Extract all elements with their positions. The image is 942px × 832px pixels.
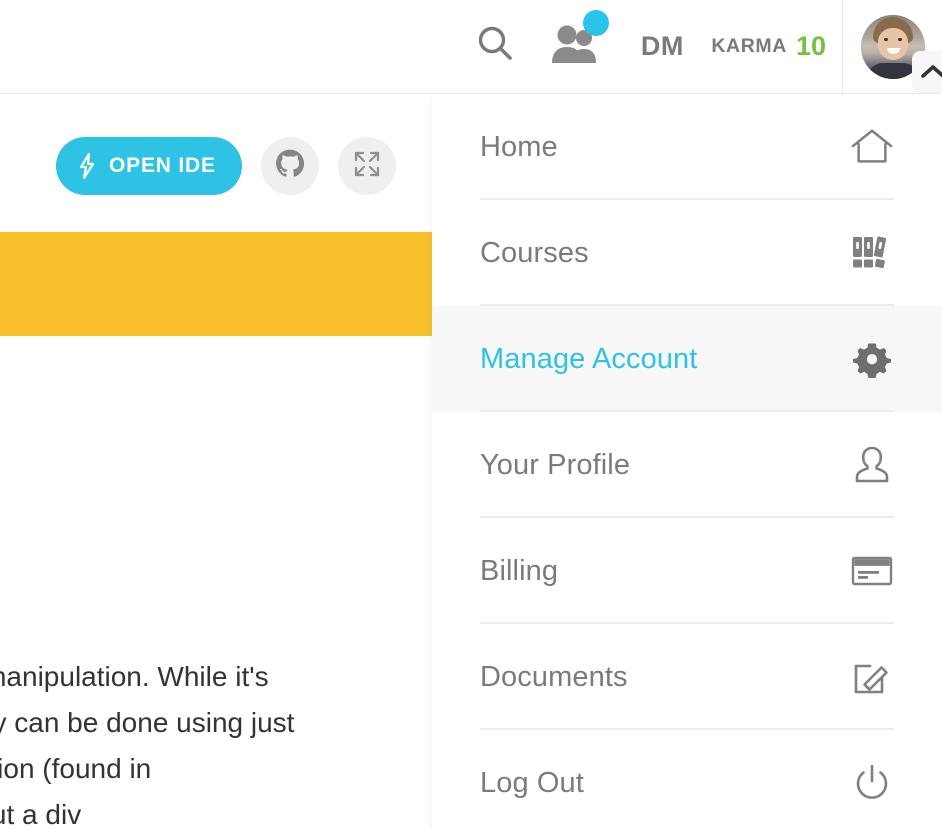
chevron-up-icon[interactable]	[912, 51, 942, 93]
article-line-4: e out a div	[0, 799, 82, 830]
menu-item-your-profile[interactable]: Your Profile	[432, 412, 942, 518]
notification-banner	[0, 232, 432, 336]
top-header-bar: DM KARMA 10	[0, 0, 942, 94]
menu-item-label: Your Profile	[480, 448, 631, 481]
power-icon	[850, 762, 894, 804]
menu-item-label: Billing	[480, 554, 559, 587]
avatar-face	[877, 27, 908, 60]
dm-button[interactable]: DM	[619, 0, 705, 93]
article-body-text: M manipulation. While it's uery can be d…	[0, 654, 432, 832]
header-actions: DM KARMA 10	[457, 0, 942, 93]
page-content: OPEN IDE anipulation. While it's can be …	[0, 94, 432, 832]
github-icon	[275, 149, 305, 184]
ide-toolbar: OPEN IDE	[56, 137, 396, 195]
avatar-eye-left	[883, 37, 888, 41]
home-icon	[850, 127, 894, 167]
app-screen: DM KARMA 10 OPEN IDE anipulation. While …	[0, 0, 942, 832]
avatar-torso	[866, 62, 919, 79]
search-icon	[473, 22, 517, 71]
fullscreen-icon	[352, 149, 382, 184]
article-line-1: M manipulation. While it's	[0, 661, 269, 692]
friends-notification-badge	[583, 10, 610, 36]
avatar-menu-button[interactable]	[842, 0, 942, 93]
menu-item-label: Manage Account	[480, 342, 698, 375]
karma-label: KARMA	[711, 35, 787, 57]
menu-item-courses[interactable]: Courses	[432, 200, 942, 306]
books-icon	[850, 233, 894, 273]
gear-icon	[850, 339, 894, 379]
menu-item-home[interactable]: Home	[432, 94, 942, 200]
open-ide-button[interactable]: OPEN IDE	[56, 137, 242, 195]
github-button[interactable]	[260, 137, 319, 195]
bolt-icon	[78, 153, 96, 179]
menu-item-billing[interactable]: Billing	[432, 518, 942, 624]
article-line-3: olution (found in	[0, 753, 152, 784]
avatar-eye-right	[897, 37, 902, 41]
person-icon	[850, 445, 894, 485]
karma-value: 10	[795, 31, 826, 61]
menu-item-documents[interactable]: Documents	[432, 624, 942, 730]
credit-card-icon	[850, 554, 894, 588]
avatar-mouth	[886, 47, 900, 54]
menu-item-label: Home	[480, 130, 558, 163]
dm-label: DM	[640, 31, 684, 61]
edit-square-icon	[850, 657, 894, 697]
karma-indicator[interactable]: KARMA 10	[705, 0, 842, 93]
menu-item-log-out[interactable]: Log Out	[432, 730, 942, 832]
menu-item-manage-account[interactable]: Manage Account	[432, 306, 942, 412]
search-button[interactable]	[457, 0, 533, 93]
menu-item-label: Courses	[480, 236, 589, 269]
fullscreen-button[interactable]	[337, 137, 396, 195]
friends-button[interactable]	[533, 0, 619, 93]
menu-item-label: Log Out	[480, 766, 584, 799]
account-dropdown-menu: Home Courses Manage Account Your Profile…	[432, 94, 942, 832]
open-ide-label: OPEN IDE	[109, 154, 216, 177]
menu-item-label: Documents	[480, 660, 628, 693]
article-line-2: uery can be done using just	[0, 707, 295, 738]
